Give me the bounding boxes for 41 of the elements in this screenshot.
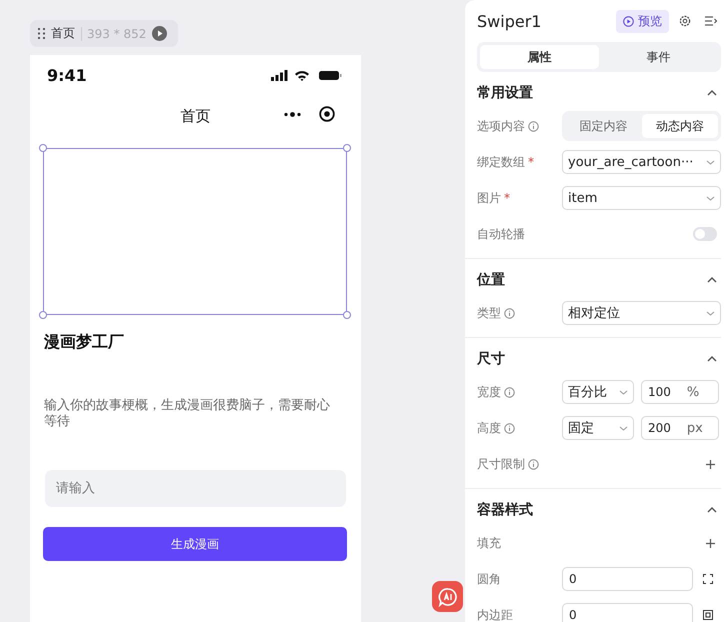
preview-button[interactable]: 预览 — [616, 10, 669, 32]
panel-tab[interactable]: 事件 — [599, 45, 718, 69]
nav-title: 首页 — [180, 106, 210, 126]
required-mark: * — [528, 155, 534, 169]
field-label: 类型 — [477, 304, 501, 322]
component-name: Swiper1 — [477, 12, 542, 30]
field-label: 圆角 — [477, 570, 501, 588]
status-time: 9:41 — [47, 66, 87, 84]
field-label: 高度 — [477, 420, 501, 436]
number-field[interactable]: 0 — [562, 603, 693, 622]
section-header[interactable]: 容器样式 — [477, 495, 721, 525]
description-text: 输入你的故事梗概，生成漫画很费脑子，需要耐心等待 — [44, 398, 331, 430]
generate-button[interactable]: 生成漫画 — [43, 527, 347, 561]
number-field[interactable]: 100 % — [641, 380, 719, 404]
field-label: 选项内容 — [477, 118, 525, 134]
story-input-field[interactable]: 请输入 — [45, 470, 346, 507]
required-mark: * — [504, 191, 510, 205]
field-label: 填充 — [477, 534, 501, 552]
section-header[interactable]: 位置 — [477, 265, 721, 295]
select-field[interactable]: item — [562, 186, 721, 210]
select-field[interactable]: 相对定位 — [562, 301, 721, 325]
page-name: 首页 — [51, 25, 75, 42]
field-label: 图片 — [477, 190, 501, 206]
select-field[interactable]: your_are_cartoon··· — [562, 150, 721, 174]
segment-option[interactable]: 动态内容 — [642, 114, 718, 138]
number-field[interactable]: 0 — [562, 567, 693, 591]
page-tag[interactable]: 首页 393 * 852 — [30, 20, 178, 47]
field-label: 尺寸限制 — [477, 456, 525, 472]
field-label: 内边距 — [477, 606, 513, 622]
segment-option[interactable]: 固定内容 — [565, 114, 642, 138]
unit-select[interactable]: 百分比 — [562, 380, 634, 404]
field-label: 宽度 — [477, 384, 501, 400]
field-label: 绑定数组 — [477, 154, 525, 170]
unit-select[interactable]: 固定 — [562, 416, 634, 440]
page-size: 393 * 852 — [81, 26, 146, 40]
section-header[interactable]: 尺寸 — [477, 344, 721, 374]
section-header[interactable]: 常用设置 — [477, 78, 721, 108]
app-title: 漫画梦工厂 — [44, 332, 125, 353]
panel-tab[interactable]: 属性 — [480, 45, 599, 69]
field-label: 自动轮播 — [477, 226, 525, 242]
number-field[interactable]: 200 px — [641, 416, 719, 440]
